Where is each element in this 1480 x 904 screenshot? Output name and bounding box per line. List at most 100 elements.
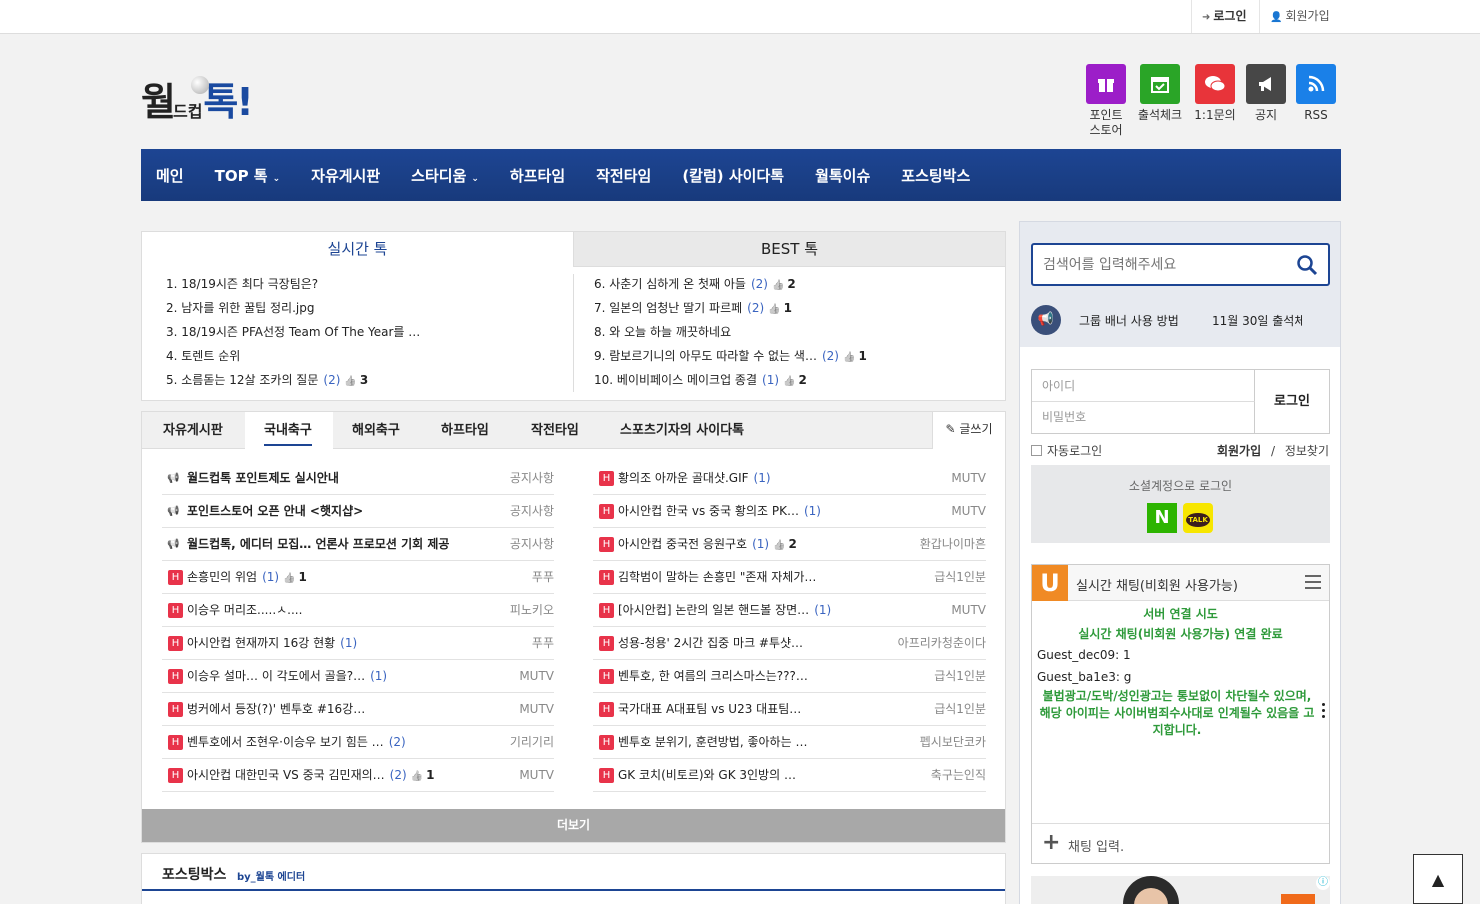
point-store-label: 포인트 스토어: [1080, 108, 1132, 138]
realtime-item[interactable]: 8. 와 오늘 하늘 깨끗하네요: [594, 320, 731, 344]
site-logo[interactable]: 월 드컵 톡!: [141, 76, 254, 126]
plus-icon[interactable]: +: [1042, 830, 1060, 855]
chat-username[interactable]: Guest_dec09:: [1037, 648, 1119, 662]
board-row[interactable]: H 아시안컵 대한민국 VS 중국 김민재의… (2) 👍 1 MUTV: [162, 759, 554, 792]
chat-widget: U 실시간 채팅(비회원 사용가능) 서버 연결 시도 실시간 채팅(비회원 사…: [1031, 564, 1330, 864]
realtime-item[interactable]: 3. 18/19시즌 PFA선정 Team Of The Year를 …: [166, 320, 420, 344]
point-store-button[interactable]: [1086, 64, 1126, 104]
board-row-author: MUTV: [519, 768, 554, 782]
find-info-link[interactable]: 정보찾기: [1285, 444, 1329, 458]
auto-login-checkbox[interactable]: [1031, 445, 1042, 456]
nav-halftime[interactable]: 하프타임: [510, 165, 565, 186]
rss-button[interactable]: [1296, 64, 1336, 104]
realtime-item[interactable]: 5. 소름돋는 12살 조카의 질문 (2) 👍 3: [166, 368, 368, 392]
realtime-item[interactable]: 7. 일본의 엄청난 딸기 파르페 (2) 👍 1: [594, 296, 792, 320]
board-row[interactable]: H 황의조 아까운 골대샷.GIF (1) MUTV: [593, 462, 986, 495]
megaphone-icon: 📢: [167, 506, 180, 517]
kakao-login-button[interactable]: TALK: [1183, 503, 1213, 533]
board-row[interactable]: H 아시안컵 중국전 응원구호 (1) 👍 2 환갑나이마흔: [593, 528, 986, 561]
join-find-links: 회원가입 / 정보찾기: [1217, 442, 1329, 459]
ad-info-icon[interactable]: ⓘ: [1316, 876, 1330, 890]
naver-login-button[interactable]: N: [1147, 503, 1177, 533]
notice-item[interactable]: 그룹 배너 사용 방법: [1079, 312, 1179, 329]
board-row[interactable]: H 아시안컵 한국 vs 중국 황의조 PK… (1) MUTV: [593, 495, 986, 528]
posting-title[interactable]: 포스팅박스: [162, 864, 226, 884]
more-button[interactable]: 더보기: [142, 809, 1005, 842]
board-row[interactable]: H 벤투호, 한 여름의 크리스마스는???… 급식1인분: [593, 660, 986, 693]
board-row[interactable]: H 손흥민의 위엄 (1) 👍 1 푸푸: [162, 561, 554, 594]
realtime-item[interactable]: 2. 남자를 위한 꿀팁 정리.jpg: [166, 296, 314, 320]
board-row[interactable]: H 벤투호에서 조현우·이승우 보기 힘든 … (2) 기리기리: [162, 726, 554, 759]
nav-strategy-time[interactable]: 작전타임: [596, 165, 651, 186]
tab-domestic-football[interactable]: 국내축구: [245, 412, 333, 450]
like-count: 👍 2: [783, 373, 807, 387]
board-row[interactable]: H 아시안컵 현재까지 16강 현황 (1) 푸푸: [162, 627, 554, 660]
board-row-author: MUTV: [951, 504, 986, 518]
board-row[interactable]: H 김학범이 말하는 손흥민 "존재 자체가… 급식1인분: [593, 561, 986, 594]
scroll-to-top-button[interactable]: ▲: [1413, 854, 1463, 904]
write-button[interactable]: ✎ 글쓰기: [932, 412, 1005, 449]
chat-username[interactable]: Guest_ba1e3:: [1037, 670, 1120, 684]
nav-main[interactable]: 메인: [156, 165, 184, 186]
nav-free-board[interactable]: 자유게시판: [311, 165, 380, 186]
login-button[interactable]: 로그인: [1255, 370, 1329, 433]
chat-input[interactable]: + 채팅 입력.: [1032, 823, 1329, 863]
board-row[interactable]: H 국가대표 A대표팀 vs U23 대표팀… 급식1인분: [593, 693, 986, 726]
nav-issue[interactable]: 월톡이슈: [815, 165, 870, 186]
board-row-author: MUTV: [951, 471, 986, 485]
board-row-author: 펩시보단코카: [919, 735, 986, 749]
hamburger-menu-icon[interactable]: [1305, 575, 1321, 589]
sign-in-icon: ➜: [1202, 12, 1211, 23]
like-count: 👍 3: [344, 373, 368, 387]
tab-live-talk[interactable]: 실시간 톡: [142, 232, 573, 267]
board-row-title: GK 코치(비토르)와 GK 3인방의 …: [618, 759, 796, 792]
board-row[interactable]: H [아시안컵] 논란의 일본 핸드볼 장면… (1) MUTV: [593, 594, 986, 627]
realtime-item[interactable]: 10. 베이비페이스 메이크업 종결 (1) 👍 2: [594, 368, 807, 392]
board-row-title-text: 손흥민의 위엄: [187, 570, 258, 584]
thumbs-up-icon: 👍: [783, 376, 796, 387]
comment-count: (1): [752, 537, 770, 551]
chat-warning-message: 불법광고/도박/성인광고는 통보없이 차단될수 있으며, 해당 아이피는 사이버…: [1039, 689, 1315, 737]
search-input[interactable]: [1043, 254, 1283, 276]
board-row[interactable]: H 이승우 머리조.....ㅅ.... 피노키오: [162, 594, 554, 627]
realtime-item[interactable]: 9. 람보르기니의 아무도 따라할 수 없는 색… (2) 👍 1: [594, 344, 867, 368]
realtime-item[interactable]: 4. 토렌트 순위: [166, 344, 240, 368]
board-row[interactable]: H GK 코치(비토르)와 GK 3인방의 … 축구는인직: [593, 759, 986, 792]
id-field[interactable]: 아이디: [1032, 370, 1255, 402]
nav-posting-box[interactable]: 포스팅박스: [901, 165, 970, 186]
board-row[interactable]: 📢 월드컵톡, 에디터 모집… 언론사 프로모션 기회 제공 공지사항: [162, 528, 554, 561]
nav-top-talk[interactable]: TOP 톡 ⌄: [215, 165, 281, 186]
notice-button[interactable]: [1246, 64, 1286, 104]
ad-banner[interactable]: ⓘ: [1031, 876, 1330, 904]
tab-sports-reporter[interactable]: 스포츠기자의 사이다톡: [620, 412, 744, 449]
auto-login[interactable]: 자동로그인: [1031, 442, 1102, 459]
attendance-button[interactable]: [1140, 64, 1180, 104]
signup-link[interactable]: 👤 회원가입: [1259, 0, 1340, 33]
board-row[interactable]: H 이승우 설마… 이 각도에서 골을?… (1) MUTV: [162, 660, 554, 693]
realtime-item-title: 5. 소름돋는 12살 조카의 질문: [166, 373, 319, 387]
tab-best-talk[interactable]: BEST 톡: [573, 232, 1005, 267]
kakao-talk-icon: TALK: [1186, 513, 1210, 527]
tab-overseas-football[interactable]: 해외축구: [352, 412, 400, 449]
tab-free-board[interactable]: 자유게시판: [163, 412, 223, 449]
login-link[interactable]: ➜ 로그인: [1191, 0, 1257, 33]
nav-column-cider[interactable]: (칼럼) 사이다톡: [682, 165, 784, 186]
join-link[interactable]: 회원가입: [1217, 444, 1261, 458]
notice-item[interactable]: 11월 30일 출석체: [1212, 312, 1303, 329]
tab-strategy-time[interactable]: 작전타임: [531, 412, 579, 449]
board-row[interactable]: 📢 포인트스토어 오픈 안내 <햇지샵> 공지사항: [162, 495, 554, 528]
board-row[interactable]: H 성용-청용' 2시간 집중 마크 #투샷… 아프리카청춘이다: [593, 627, 986, 660]
nav-stadium[interactable]: 스타디움 ⌄: [411, 165, 479, 186]
realtime-item[interactable]: 1. 18/19시즌 최다 극장팀은?: [166, 272, 318, 296]
board-row[interactable]: H 벤투호 분위기, 훈련방법, 좋아하는 … 펩시보단코카: [593, 726, 986, 759]
board-row[interactable]: 📢 월드컵톡 포인트제도 실시안내 공지사항: [162, 462, 554, 495]
tab-halftime[interactable]: 하프타임: [441, 412, 489, 449]
realtime-item[interactable]: 6. 사춘기 심하게 온 첫째 아들 (2) 👍 2: [594, 272, 796, 296]
more-options-icon[interactable]: [1322, 703, 1326, 723]
board-row-title: 아시안컵 대한민국 VS 중국 김민재의… (2) 👍 1: [187, 759, 434, 793]
board-row-title: 월드컵톡, 에디터 모집… 언론사 프로모션 기회 제공: [187, 528, 449, 561]
search-icon[interactable]: [1296, 254, 1318, 276]
inquiry-button[interactable]: [1195, 64, 1235, 104]
password-field[interactable]: 비밀번호: [1032, 402, 1255, 433]
board-row[interactable]: H 벙커에서 등장(?)' 벤투호 #16강… MUTV: [162, 693, 554, 726]
